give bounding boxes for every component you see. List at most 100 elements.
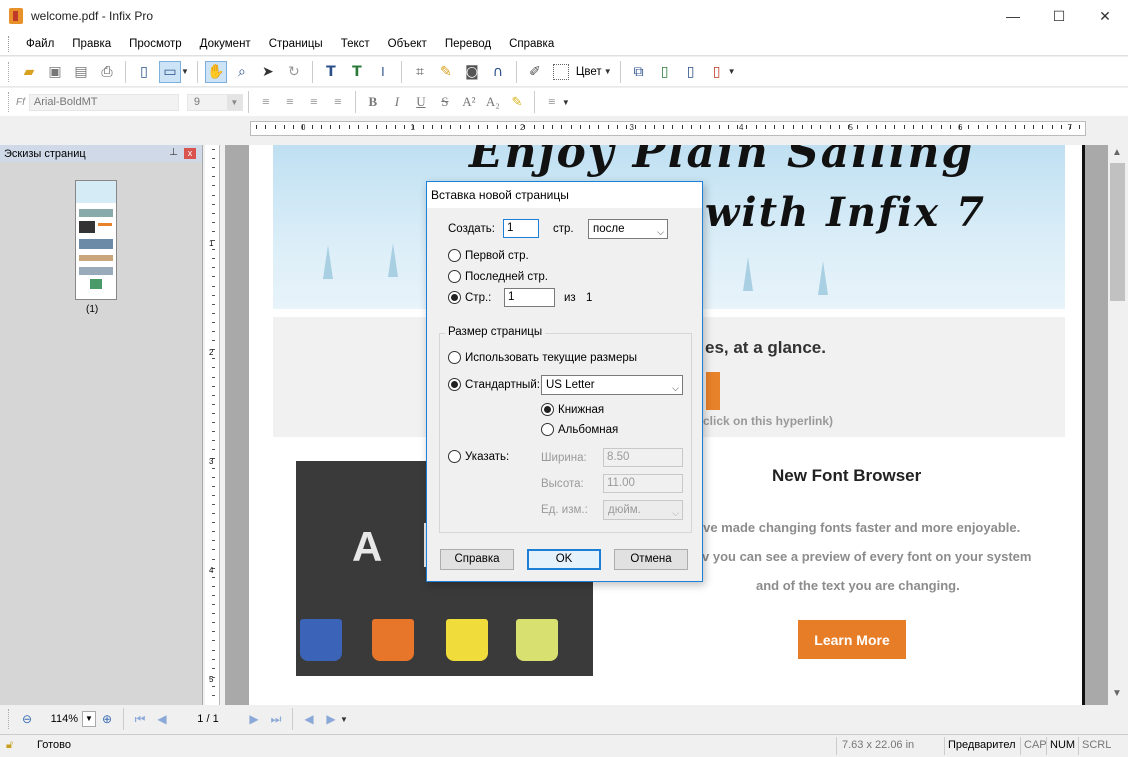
justify-icon[interactable]: ≡ <box>327 91 349 113</box>
back-icon[interactable]: ◀ <box>298 709 320 729</box>
color-box-icon[interactable] <box>550 61 572 83</box>
zoom-in-icon[interactable]: ⊕ <box>96 709 118 729</box>
landscape-radio[interactable] <box>541 423 554 436</box>
chevron-down-icon[interactable]: ▼ <box>604 67 612 76</box>
menu-help[interactable]: Справка <box>500 38 563 50</box>
page-thumbnail[interactable] <box>75 180 117 300</box>
insert-page-icon[interactable]: ⧉ <box>628 61 650 83</box>
menu-object[interactable]: Объект <box>379 38 436 50</box>
page-view-icon[interactable]: ▭ <box>159 60 181 83</box>
text-box-icon[interactable]: T <box>346 61 368 83</box>
position-select[interactable]: после ⌵ <box>588 219 668 239</box>
zoom-value[interactable]: 114% <box>38 709 82 729</box>
next-page-icon[interactable]: ▶ <box>243 709 265 729</box>
first-page-icon[interactable]: ⏮ <box>129 709 151 729</box>
chevron-down-icon[interactable]: ▼ <box>562 98 570 107</box>
superscript-icon[interactable]: A² <box>458 91 480 113</box>
previous-page-icon[interactable]: ◀ <box>151 709 173 729</box>
save-as-icon[interactable]: ▤ <box>70 61 92 83</box>
last-page-icon[interactable]: ⏭ <box>265 709 287 729</box>
save-icon[interactable]: ▣ <box>44 61 66 83</box>
landscape-label[interactable]: Альбомная <box>558 424 618 436</box>
first-page-radio[interactable] <box>448 249 461 262</box>
strikethrough-icon[interactable]: S <box>434 91 456 113</box>
units-select[interactable]: дюйм. ⌵ <box>603 500 683 520</box>
scroll-down-icon[interactable]: ▼ <box>1112 688 1122 699</box>
align-center-icon[interactable]: ≡ <box>279 91 301 113</box>
underline-icon[interactable]: U <box>410 91 432 113</box>
standard-size-label[interactable]: Стандартный: <box>465 379 540 391</box>
page-number-input[interactable]: 1 <box>504 288 555 307</box>
zoom-out-icon[interactable]: ⊖ <box>16 709 38 729</box>
link-icon[interactable]: ∩ <box>487 61 509 83</box>
menu-text[interactable]: Текст <box>332 38 379 50</box>
standard-size-radio[interactable] <box>448 378 461 391</box>
portrait-radio[interactable] <box>541 403 554 416</box>
line-spacing-icon[interactable]: ≡ <box>541 91 563 113</box>
crop-icon[interactable]: ⌗ <box>409 61 431 83</box>
minimize-button[interactable]: — <box>990 0 1036 32</box>
align-left-icon[interactable]: ≡ <box>255 91 277 113</box>
font-size-select[interactable]: 9 ▼ <box>186 93 243 111</box>
last-page-radio[interactable] <box>448 270 461 283</box>
chevron-down-icon[interactable]: ▼ <box>340 715 348 724</box>
orange-button-partial[interactable] <box>706 372 720 410</box>
eyedropper-icon[interactable]: ✐ <box>524 61 546 83</box>
align-right-icon[interactable]: ≡ <box>303 91 325 113</box>
width-input[interactable]: 8.50 <box>603 448 683 467</box>
ok-button[interactable]: OK <box>527 549 601 570</box>
first-page-label[interactable]: Первой стр. <box>465 250 529 262</box>
delete-page-icon[interactable]: ▯ <box>706 61 728 83</box>
height-input[interactable]: 11.00 <box>603 474 683 493</box>
custom-size-radio[interactable] <box>448 450 461 463</box>
highlight-icon[interactable]: ✎ <box>506 91 528 113</box>
text-tool-icon[interactable]: T <box>320 61 342 83</box>
new-page-icon[interactable]: ▯ <box>654 61 676 83</box>
close-panel-icon[interactable]: x <box>184 148 196 159</box>
print-icon[interactable]: ⎙ <box>96 61 118 83</box>
help-button[interactable]: Справка <box>440 549 514 570</box>
zoom-icon[interactable]: ⌕ <box>231 61 253 83</box>
last-page-label[interactable]: Последней стр. <box>465 271 548 283</box>
page-number-radio[interactable] <box>448 291 461 304</box>
standard-size-select[interactable]: US Letter ⌵ <box>541 375 683 395</box>
maximize-button[interactable]: ☐ <box>1036 0 1082 32</box>
close-button[interactable]: ✕ <box>1082 0 1128 32</box>
page-number-label[interactable]: Стр.: <box>465 292 491 304</box>
pin-icon[interactable]: ⊥ <box>169 147 178 158</box>
learn-more-button[interactable]: Learn More <box>798 620 906 659</box>
page-icon[interactable]: ▯ <box>133 61 155 83</box>
chevron-down-icon[interactable]: ▼ <box>181 67 189 76</box>
open-icon[interactable]: ▰ <box>18 61 40 83</box>
select-arrow-icon[interactable]: ➤ <box>257 61 279 83</box>
custom-size-label[interactable]: Указать: <box>465 451 509 463</box>
use-current-size-radio[interactable] <box>448 351 461 364</box>
color-label[interactable]: Цвет <box>576 66 602 78</box>
menu-edit[interactable]: Правка <box>63 38 120 50</box>
chevron-down-icon[interactable]: ▼ <box>728 67 736 76</box>
chevron-down-icon[interactable]: ▼ <box>82 711 96 727</box>
cancel-button[interactable]: Отмена <box>614 549 688 570</box>
portrait-label[interactable]: Книжная <box>558 404 604 416</box>
forward-icon[interactable]: ▶ <box>320 709 342 729</box>
menu-pages[interactable]: Страницы <box>260 38 332 50</box>
page-indicator[interactable]: 1 / 1 <box>173 713 243 725</box>
scrollbar-thumb[interactable] <box>1110 163 1125 301</box>
create-count-input[interactable]: 1 <box>503 219 539 238</box>
bold-icon[interactable]: B <box>362 91 384 113</box>
text-cursor-icon[interactable]: Ⅰ <box>372 61 394 83</box>
chevron-down-icon[interactable]: ▼ <box>226 94 242 110</box>
menu-document[interactable]: Документ <box>191 38 260 50</box>
menu-view[interactable]: Просмотр <box>120 38 191 50</box>
menu-translate[interactable]: Перевод <box>436 38 500 50</box>
font-name-field[interactable]: Arial-BoldMT <box>28 93 179 111</box>
stamp-icon[interactable]: ✎ <box>435 61 457 83</box>
subscript-icon[interactable]: A₂ <box>482 91 504 113</box>
use-current-size-label[interactable]: Использовать текущие размеры <box>465 352 637 364</box>
menu-file[interactable]: Файл <box>17 38 63 50</box>
camera-icon[interactable]: ◙ <box>461 61 483 83</box>
hand-tool-icon[interactable]: ✋ <box>204 60 227 83</box>
scroll-up-icon[interactable]: ▲ <box>1112 147 1122 158</box>
hyperlink-text[interactable]: click on this hyperlink) <box>703 414 833 428</box>
vertical-scrollbar[interactable]: ▲ ▼ <box>1108 145 1128 705</box>
